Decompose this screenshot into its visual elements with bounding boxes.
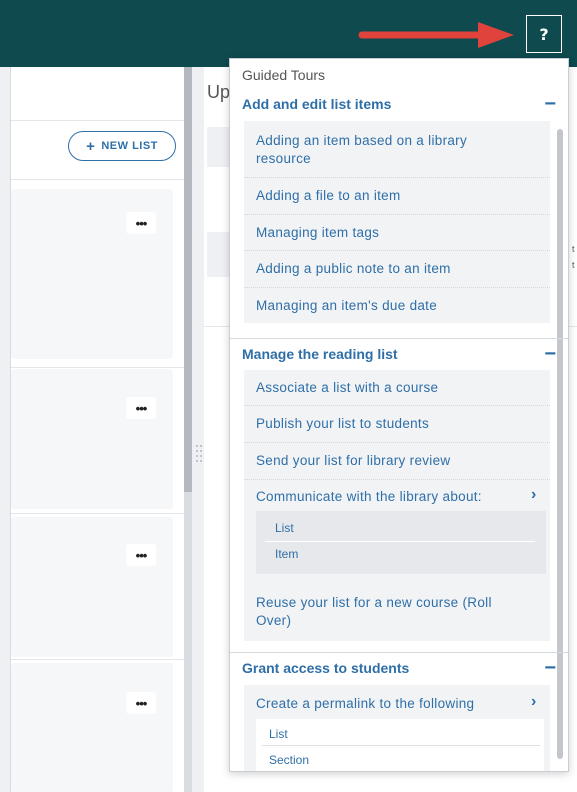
tour-item[interactable]: Send your list for library review (256, 452, 518, 470)
divider (244, 177, 550, 178)
tour-item[interactable]: Adding a file to an item (256, 187, 518, 205)
submenu-item-item[interactable]: Item (275, 547, 298, 561)
dropdown-scrollbar[interactable] (557, 129, 563, 759)
red-pointer-arrow-icon (358, 22, 514, 48)
reading-lists-panel: + NEW LIST ••• ••• ••• ••• (10, 67, 185, 792)
chevron-right-icon[interactable]: › (531, 486, 543, 504)
tour-item[interactable]: Associate a list with a course (256, 379, 518, 397)
tour-item[interactable]: Create a permalink to the following (256, 695, 518, 713)
more-actions-button[interactable]: ••• (126, 544, 156, 566)
section-label: Grant access to students (242, 660, 410, 676)
divider (244, 479, 550, 480)
divider (244, 250, 550, 251)
submenu-item-list[interactable]: List (269, 727, 288, 741)
resize-handle-icon[interactable] (196, 445, 204, 467)
section-manage-reading-list[interactable]: Manage the reading list − (242, 343, 556, 365)
section-grant-access[interactable]: Grant access to students − (242, 657, 556, 679)
truncated-text: t (572, 260, 575, 270)
more-actions-button[interactable]: ••• (126, 397, 156, 419)
divider (262, 745, 540, 746)
left-panel-scrollbar-thumb[interactable] (184, 67, 192, 492)
right-panel-title: Up (207, 82, 231, 102)
new-list-label: NEW LIST (101, 140, 158, 152)
new-list-button[interactable]: + NEW LIST (68, 131, 176, 161)
collapse-icon[interactable]: − (544, 344, 556, 364)
plus-icon: + (86, 137, 96, 155)
collapse-icon[interactable]: − (544, 658, 556, 678)
more-actions-button[interactable]: ••• (126, 692, 156, 714)
guided-tours-dropdown: Guided Tours Add and edit list items − A… (229, 58, 569, 772)
section-label: Add and edit list items (242, 96, 392, 112)
divider (11, 179, 185, 180)
help-button[interactable]: ? (526, 15, 562, 53)
submenu-item-list[interactable]: List (275, 521, 294, 535)
more-actions-button[interactable]: ••• (126, 212, 156, 234)
tour-item[interactable]: Managing an item's due date (256, 297, 518, 315)
divider (244, 405, 550, 406)
submenu-communicate (256, 511, 546, 574)
tour-item[interactable]: Adding an item based on a library resour… (256, 132, 518, 168)
divider (230, 652, 568, 653)
section-label: Manage the reading list (242, 346, 398, 362)
divider (244, 287, 550, 288)
submenu-item-section[interactable]: Section (269, 753, 309, 767)
chevron-right-icon[interactable]: › (531, 693, 543, 711)
tour-item[interactable]: Managing item tags (256, 224, 518, 242)
tour-item[interactable]: Reuse your list for a new course (Roll O… (256, 594, 518, 630)
question-mark-icon: ? (539, 24, 549, 44)
list-card[interactable] (11, 517, 173, 657)
divider (11, 513, 185, 514)
tour-item[interactable]: Adding a public note to an item (256, 260, 518, 278)
list-card[interactable] (11, 663, 173, 792)
section-add-edit-list-items[interactable]: Add and edit list items − (242, 93, 556, 115)
tour-item[interactable]: Publish your list to students (256, 415, 518, 433)
divider (11, 659, 185, 660)
guided-tours-title: Guided Tours (242, 67, 326, 83)
divider (244, 442, 550, 443)
divider (230, 338, 568, 339)
left-panel-header (11, 67, 185, 121)
tour-item[interactable]: Communicate with the library about: (256, 488, 518, 506)
divider (11, 367, 185, 368)
truncated-text: t (572, 244, 575, 254)
divider (265, 541, 535, 542)
collapse-icon[interactable]: − (544, 94, 556, 114)
list-card[interactable] (11, 369, 173, 509)
divider (244, 214, 550, 215)
